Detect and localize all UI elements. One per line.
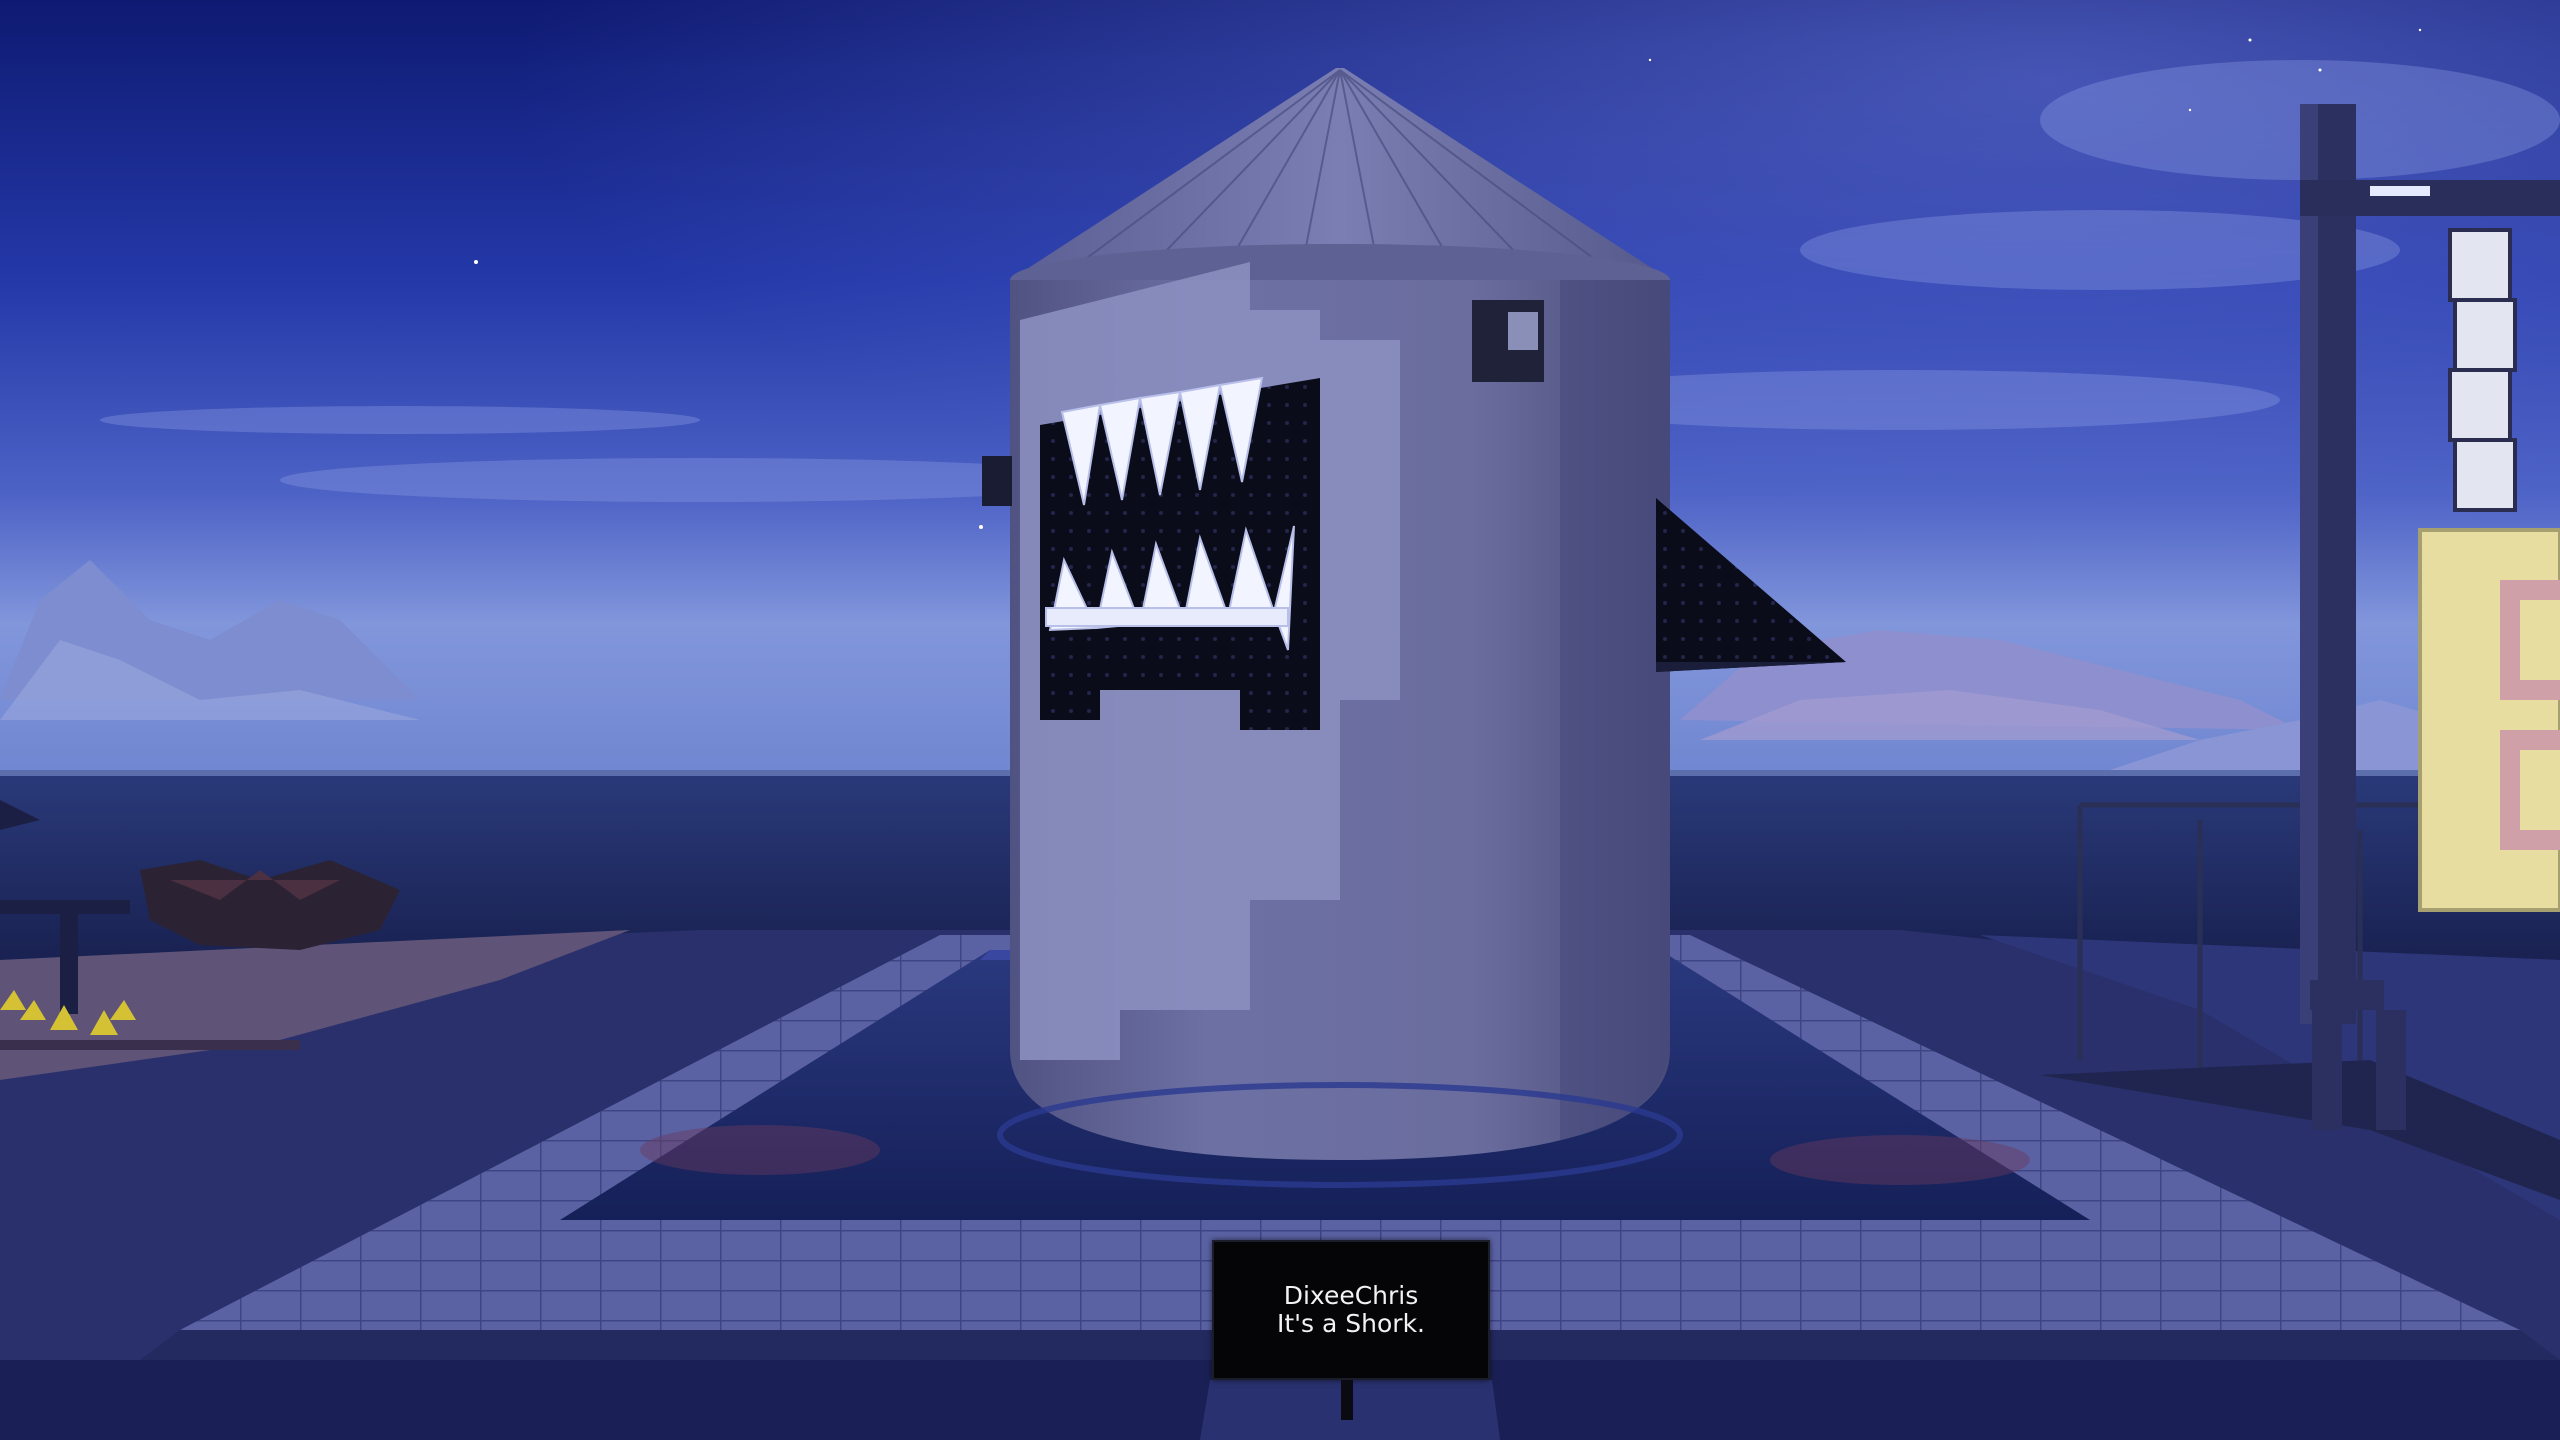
- sign-message: It's a Shork.: [1277, 1309, 1425, 1338]
- player-sign[interactable]: DixeeChris It's a Shork.: [1212, 1240, 1490, 1380]
- hanging-chain: [2448, 228, 2517, 512]
- hanging-sign: [2418, 528, 2560, 912]
- world-render: [0, 0, 2560, 1440]
- sign-post: [1341, 1380, 1353, 1420]
- game-viewport[interactable]: DixeeChris It's a Shork.: [0, 0, 2560, 1440]
- shark-eye: [1472, 300, 1544, 382]
- sign-author: DixeeChris: [1283, 1281, 1419, 1310]
